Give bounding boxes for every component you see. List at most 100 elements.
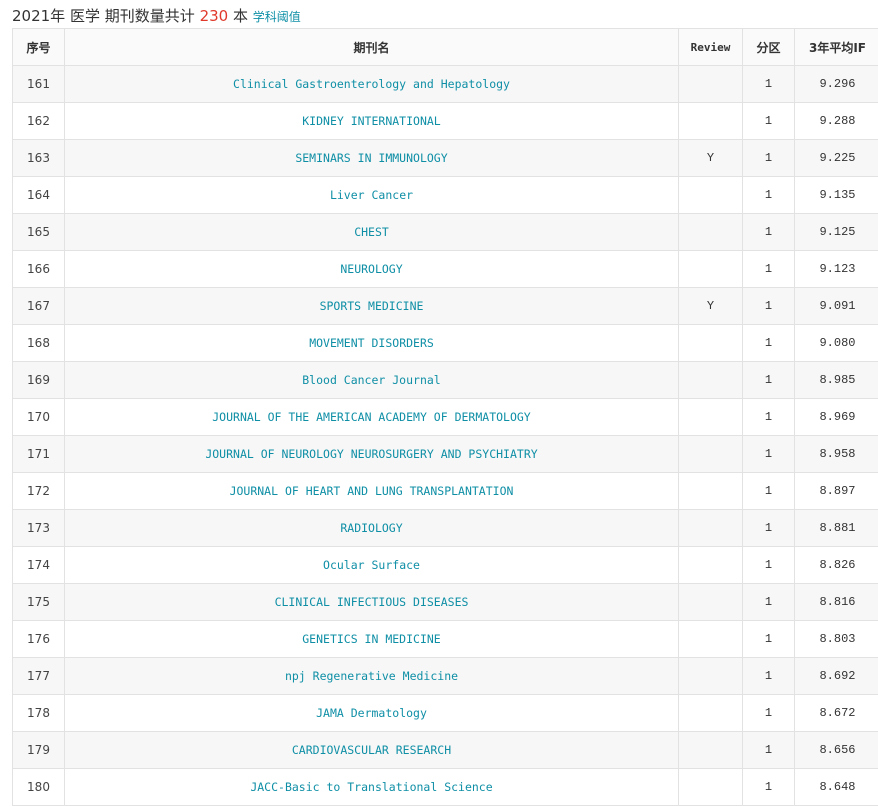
review-flag bbox=[678, 546, 743, 584]
journal-name-link[interactable]: JOURNAL OF NEUROLOGY NEUROSURGERY AND PS… bbox=[64, 435, 679, 473]
row-index: 168 bbox=[12, 324, 65, 362]
table-body: 161 Clinical Gastroenterology and Hepatol… bbox=[12, 65, 878, 806]
zone-value: 1 bbox=[742, 213, 795, 251]
impact-factor-value: 9.225 bbox=[794, 139, 878, 177]
zone-value: 1 bbox=[742, 139, 795, 177]
table-row: 173 RADIOLOGY 1 8.881 bbox=[12, 509, 878, 547]
row-index: 179 bbox=[12, 731, 65, 769]
journal-name-link[interactable]: npj Regenerative Medicine bbox=[64, 657, 679, 695]
table-row: 172 JOURNAL OF HEART AND LUNG TRANSPLANTA… bbox=[12, 472, 878, 510]
review-flag bbox=[678, 731, 743, 769]
impact-factor-value: 8.881 bbox=[794, 509, 878, 547]
journal-name-link[interactable]: RADIOLOGY bbox=[64, 509, 679, 547]
journal-name-link[interactable]: JAMA Dermatology bbox=[64, 694, 679, 732]
impact-factor-value: 9.288 bbox=[794, 102, 878, 140]
threshold-link[interactable]: 学科阈值 bbox=[253, 10, 301, 24]
table-row: 179 CARDIOVASCULAR RESEARCH 1 8.656 bbox=[12, 731, 878, 769]
row-index: 164 bbox=[12, 176, 65, 214]
impact-factor-value: 8.958 bbox=[794, 435, 878, 473]
row-index: 161 bbox=[12, 65, 65, 103]
review-flag bbox=[678, 472, 743, 510]
review-flag bbox=[678, 509, 743, 547]
zone-value: 1 bbox=[742, 546, 795, 584]
table-row: 166 NEUROLOGY 1 9.123 bbox=[12, 250, 878, 288]
impact-factor-value: 8.692 bbox=[794, 657, 878, 695]
journal-count: 230 bbox=[199, 7, 229, 25]
review-flag bbox=[678, 361, 743, 399]
table-row: 178 JAMA Dermatology 1 8.672 bbox=[12, 694, 878, 732]
table-header-row: 序号 期刊名 Review 分区 3年平均IF bbox=[12, 28, 878, 66]
zone-value: 1 bbox=[742, 398, 795, 436]
journal-name-link[interactable]: JOURNAL OF THE AMERICAN ACADEMY OF DERMA… bbox=[64, 398, 679, 436]
row-index: 177 bbox=[12, 657, 65, 695]
row-index: 172 bbox=[12, 472, 65, 510]
table-row: 161 Clinical Gastroenterology and Hepatol… bbox=[12, 65, 878, 103]
review-flag bbox=[678, 176, 743, 214]
journal-name-link[interactable]: JACC-Basic to Translational Science bbox=[64, 768, 679, 806]
table-row: 180 JACC-Basic to Translational Science 1 8… bbox=[12, 768, 878, 806]
journal-name-link[interactable]: Clinical Gastroenterology and Hepatology bbox=[64, 65, 679, 103]
journal-name-link[interactable]: NEUROLOGY bbox=[64, 250, 679, 288]
impact-factor-value: 8.985 bbox=[794, 361, 878, 399]
impact-factor-value: 9.123 bbox=[794, 250, 878, 288]
journal-name-link[interactable]: JOURNAL OF HEART AND LUNG TRANSPLANTATIO… bbox=[64, 472, 679, 510]
review-flag bbox=[678, 657, 743, 695]
table-row: 167 SPORTS MEDICINE Y 1 9.091 bbox=[12, 287, 878, 325]
row-index: 175 bbox=[12, 583, 65, 621]
zone-value: 1 bbox=[742, 620, 795, 658]
review-flag bbox=[678, 102, 743, 140]
year-label: 2021年 bbox=[12, 7, 66, 25]
row-index: 178 bbox=[12, 694, 65, 732]
review-flag bbox=[678, 435, 743, 473]
zone-value: 1 bbox=[742, 435, 795, 473]
review-flag bbox=[678, 583, 743, 621]
journal-name-link[interactable]: SEMINARS IN IMMUNOLOGY bbox=[64, 139, 679, 177]
journal-name-link[interactable]: CARDIOVASCULAR RESEARCH bbox=[64, 731, 679, 769]
zone-value: 1 bbox=[742, 694, 795, 732]
zone-value: 1 bbox=[742, 176, 795, 214]
unit-label: 本 bbox=[232, 7, 248, 25]
journal-name-link[interactable]: KIDNEY INTERNATIONAL bbox=[64, 102, 679, 140]
zone-value: 1 bbox=[742, 509, 795, 547]
table-row: 170 JOURNAL OF THE AMERICAN ACADEMY OF DE… bbox=[12, 398, 878, 436]
zone-value: 1 bbox=[742, 731, 795, 769]
review-flag: Y bbox=[678, 139, 743, 177]
journal-name-link[interactable]: CLINICAL INFECTIOUS DISEASES bbox=[64, 583, 679, 621]
row-index: 166 bbox=[12, 250, 65, 288]
journal-name-link[interactable]: MOVEMENT DISORDERS bbox=[64, 324, 679, 362]
column-header-zone: 分区 bbox=[742, 28, 795, 66]
review-flag bbox=[678, 694, 743, 732]
zone-value: 1 bbox=[742, 65, 795, 103]
journal-name-link[interactable]: GENETICS IN MEDICINE bbox=[64, 620, 679, 658]
journal-name-link[interactable]: Blood Cancer Journal bbox=[64, 361, 679, 399]
zone-value: 1 bbox=[742, 361, 795, 399]
row-index: 165 bbox=[12, 213, 65, 251]
row-index: 163 bbox=[12, 139, 65, 177]
zone-value: 1 bbox=[742, 657, 795, 695]
zone-value: 1 bbox=[742, 768, 795, 806]
review-flag: Y bbox=[678, 287, 743, 325]
journal-name-link[interactable]: Liver Cancer bbox=[64, 176, 679, 214]
row-index: 170 bbox=[12, 398, 65, 436]
table-row: 169 Blood Cancer Journal 1 8.985 bbox=[12, 361, 878, 399]
row-index: 173 bbox=[12, 509, 65, 547]
review-flag bbox=[678, 324, 743, 362]
row-index: 176 bbox=[12, 620, 65, 658]
row-index: 167 bbox=[12, 287, 65, 325]
impact-factor-value: 9.296 bbox=[794, 65, 878, 103]
row-index: 174 bbox=[12, 546, 65, 584]
summary-line: 2021年 医学 期刊数量共计 230 本 学科阈值 bbox=[12, 4, 301, 28]
journal-name-link[interactable]: SPORTS MEDICINE bbox=[64, 287, 679, 325]
zone-value: 1 bbox=[742, 287, 795, 325]
column-header-review: Review bbox=[678, 28, 743, 66]
zone-value: 1 bbox=[742, 250, 795, 288]
review-flag bbox=[678, 768, 743, 806]
journal-name-link[interactable]: Ocular Surface bbox=[64, 546, 679, 584]
impact-factor-value: 9.135 bbox=[794, 176, 878, 214]
review-flag bbox=[678, 65, 743, 103]
journal-name-link[interactable]: CHEST bbox=[64, 213, 679, 251]
zone-value: 1 bbox=[742, 583, 795, 621]
column-header-journal: 期刊名 bbox=[64, 28, 679, 66]
review-flag bbox=[678, 250, 743, 288]
table-row: 174 Ocular Surface 1 8.826 bbox=[12, 546, 878, 584]
